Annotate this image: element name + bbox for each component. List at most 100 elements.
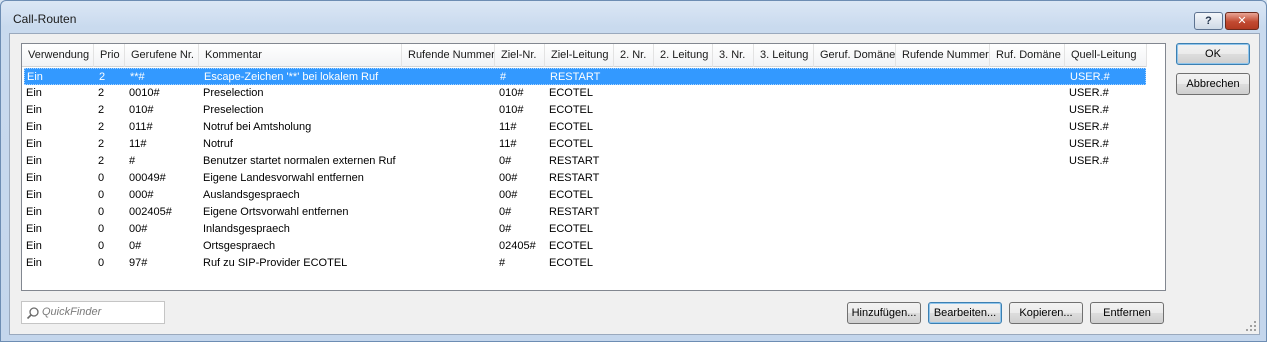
table-row[interactable]: Ein 2 011# Notruf bei Amtsholung 11# ECOTEL US… xyxy=(24,119,1146,136)
table-row[interactable]: Ein 0 97# Ruf zu SIP-Provider ECOTEL # ECOTEL xyxy=(24,255,1146,272)
column-header[interactable]: Ziel-Nr. xyxy=(495,44,545,67)
table-row[interactable]: Ein 0 00# Inlandsgespraech 0# ECOTEL xyxy=(24,221,1146,238)
table-cell: 0 xyxy=(98,240,105,252)
table-cell xyxy=(896,85,990,102)
table-cell: Notruf bei Amtsholung xyxy=(203,121,312,133)
table-cell: 0 xyxy=(98,172,105,184)
column-header[interactable]: 2. Leitung xyxy=(654,44,713,67)
close-button[interactable]: ✕ xyxy=(1225,12,1259,30)
table-cell xyxy=(1065,204,1147,221)
table-cell: Ein xyxy=(26,172,42,184)
table-cell: RESTART xyxy=(549,206,600,218)
table-row[interactable]: Ein 2 **# Escape-Zeichen '**' bei lokalem R… xyxy=(24,68,1146,85)
table-row[interactable]: Ein 0 002405# Eigene Ortsvorwahl entfernen 0… xyxy=(24,204,1146,221)
table-cell xyxy=(614,204,654,221)
remove-button[interactable]: Entfernen xyxy=(1090,302,1164,324)
column-header[interactable]: Rufende Nummer xyxy=(402,44,495,67)
column-header[interactable]: Prio xyxy=(94,44,125,67)
table-cell xyxy=(990,85,1065,102)
table-cell xyxy=(402,221,495,238)
table-row[interactable]: Ein 0 0# Ortsgespraech 02405# ECOTEL xyxy=(24,238,1146,255)
ok-button[interactable]: OK xyxy=(1176,43,1250,65)
quickfinder-field[interactable]: QuickFinder xyxy=(21,301,165,324)
title-bar[interactable]: Call-Routen ? ✕ xyxy=(1,1,1266,35)
table-cell xyxy=(815,69,897,86)
table-cell xyxy=(654,153,713,170)
table-cell xyxy=(654,221,713,238)
table-cell xyxy=(655,69,714,86)
column-header[interactable]: Quell-Leitung xyxy=(1065,44,1147,67)
table-cell: ECOTEL xyxy=(549,104,594,116)
table-cell xyxy=(1065,221,1147,238)
quickfinder-placeholder: QuickFinder xyxy=(42,306,102,318)
table-cell xyxy=(402,102,495,119)
edit-button[interactable]: Bearbeiten... xyxy=(928,302,1002,324)
table-cell xyxy=(713,238,754,255)
table-cell xyxy=(654,187,713,204)
table-cell xyxy=(654,136,713,153)
table-cell xyxy=(402,255,495,272)
column-header[interactable]: Ziel-Leitung xyxy=(545,44,614,67)
table-cell xyxy=(1065,170,1147,187)
table-cell: 2 xyxy=(98,121,105,133)
column-header[interactable]: Gerufene Nr. xyxy=(125,44,199,67)
table-cell xyxy=(654,255,713,272)
table-cell xyxy=(614,221,654,238)
table-row[interactable]: Ein 2 # Benutzer startet normalen externen … xyxy=(24,153,1146,170)
column-header[interactable]: Kommentar xyxy=(199,44,402,67)
table-cell xyxy=(614,102,654,119)
table-cell xyxy=(713,204,754,221)
table-cell xyxy=(754,187,814,204)
table-row[interactable]: Ein 2 0010# Preselection 010# ECOTEL USER.# xyxy=(24,85,1146,102)
table-cell: ECOTEL xyxy=(549,138,594,150)
table-cell xyxy=(754,170,814,187)
table-cell xyxy=(654,170,713,187)
table-cell xyxy=(896,136,990,153)
column-header[interactable]: Verwendung xyxy=(22,44,94,67)
table-cell: ECOTEL xyxy=(549,223,594,235)
table-cell xyxy=(654,119,713,136)
help-button[interactable]: ? xyxy=(1194,12,1223,30)
table-cell xyxy=(754,204,814,221)
dialog-client-area: Verwendung Prio Gerufene Nr. Kommentar Rufen… xyxy=(9,33,1260,335)
cancel-button[interactable]: Abbrechen xyxy=(1176,73,1250,95)
table-cell xyxy=(402,170,495,187)
column-header[interactable]: 2. Nr. xyxy=(614,44,654,67)
table-cell xyxy=(654,204,713,221)
search-icon xyxy=(26,307,39,320)
copy-button[interactable]: Kopieren... xyxy=(1009,302,1083,324)
column-header[interactable]: Rufende Nummer xyxy=(896,44,990,67)
add-button[interactable]: Hinzufügen... xyxy=(847,302,921,324)
table-row[interactable]: Ein 0 000# Auslandsgespraech 00# ECOTEL xyxy=(24,187,1146,204)
table-header: Verwendung Prio Gerufene Nr. Kommentar Rufen… xyxy=(22,44,1147,67)
table-cell xyxy=(713,221,754,238)
table-cell: Ein xyxy=(26,138,42,150)
column-header[interactable]: 3. Leitung xyxy=(754,44,814,67)
table-cell xyxy=(714,69,755,86)
table-cell xyxy=(814,221,896,238)
call-routes-table[interactable]: Verwendung Prio Gerufene Nr. Kommentar Rufen… xyxy=(21,43,1166,291)
table-row[interactable]: Ein 2 11# Notruf 11# ECOTEL USER.# xyxy=(24,136,1146,153)
column-header[interactable]: 3. Nr. xyxy=(713,44,754,67)
column-header[interactable]: Ruf. Domäne xyxy=(990,44,1065,67)
resize-grip-icon[interactable] xyxy=(1245,320,1257,332)
column-header[interactable]: Geruf. Domäne xyxy=(814,44,896,67)
table-cell xyxy=(654,102,713,119)
table-cell: 0# xyxy=(499,223,512,235)
table-row[interactable]: Ein 2 010# Preselection 010# ECOTEL USER.# xyxy=(24,102,1146,119)
table-cell xyxy=(713,153,754,170)
table-cell: Eigene Landesvorwahl entfernen xyxy=(203,172,364,184)
table-cell: Ein xyxy=(26,189,42,201)
table-cell xyxy=(814,255,896,272)
table-cell xyxy=(614,170,654,187)
table-cell: Eigene Ortsvorwahl entfernen xyxy=(203,206,349,218)
table-cell: Auslandsgespraech xyxy=(203,189,300,201)
table-row[interactable]: Ein 0 00049# Eigene Landesvorwahl entfernen… xyxy=(24,170,1146,187)
table-cell xyxy=(615,69,655,86)
table-cell: ECOTEL xyxy=(549,189,594,201)
table-cell xyxy=(713,187,754,204)
table-cell: 2 xyxy=(98,104,105,116)
table-cell: Ein xyxy=(26,223,42,235)
table-cell xyxy=(814,187,896,204)
table-cell xyxy=(990,221,1065,238)
